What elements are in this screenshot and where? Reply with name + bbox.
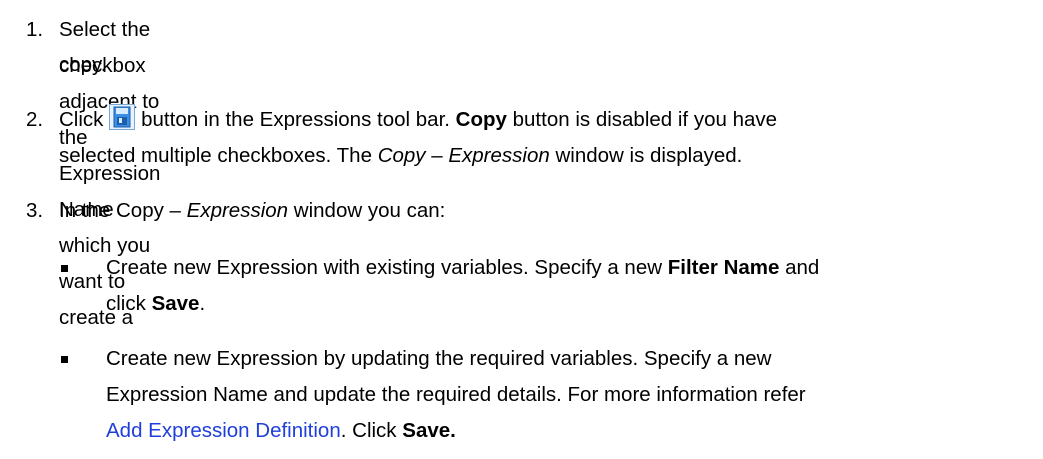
bullet-marker xyxy=(61,265,68,272)
window-name: Copy – Expression xyxy=(377,144,550,167)
bullet-text-part: Create new Expression with existing vari… xyxy=(106,256,663,279)
step-text-click: Click xyxy=(59,108,104,131)
step-text-after-icon: button in the Expressions tool bar. xyxy=(141,108,450,131)
bullet-text-part: . xyxy=(199,292,206,315)
step-text: Click button in the Expressions tool bar… xyxy=(59,102,777,138)
bullet-text: Expression Name and update the required … xyxy=(106,383,806,406)
copy-label: Copy xyxy=(455,108,507,131)
save-label: Save. xyxy=(402,419,456,442)
step-text-part: window is displayed. xyxy=(555,144,743,167)
step-text-rest: button is disabled if you have xyxy=(512,108,778,131)
bullet-text-part: click xyxy=(106,292,146,315)
step-text: copy. xyxy=(59,53,107,76)
bullet-text: click Save. xyxy=(106,286,205,322)
step-number: 3. xyxy=(26,199,44,222)
step-number: 2. xyxy=(26,108,44,131)
bullet-text-part: . Click xyxy=(340,419,397,442)
document-page: 1. Select the checkbox adjacent to the E… xyxy=(0,0,1043,459)
field-name: Filter Name xyxy=(667,256,780,279)
bullet-text-part: and xyxy=(785,256,820,279)
step-text: selected multiple checkboxes. The Copy –… xyxy=(59,138,742,174)
bullet-text: Add Expression Definition. Click Save. xyxy=(106,413,456,449)
window-name: Expression xyxy=(186,199,289,222)
save-label: Save xyxy=(151,292,200,315)
step-text-part: window you can: xyxy=(293,199,446,222)
step-text-part: In the Copy – xyxy=(59,199,181,222)
step-number: 1. xyxy=(26,18,44,41)
bullet-text: Create new Expression with existing vari… xyxy=(106,250,819,286)
bullet-marker xyxy=(61,356,68,363)
step-text-part: selected multiple checkboxes. The xyxy=(59,144,372,167)
step-text: In the Copy – Expression window you can: xyxy=(59,193,445,229)
add-expression-definition-link[interactable]: Add Expression Definition xyxy=(106,419,341,442)
bullet-text: Create new Expression by updating the re… xyxy=(106,347,772,370)
copy-icon xyxy=(109,104,136,130)
